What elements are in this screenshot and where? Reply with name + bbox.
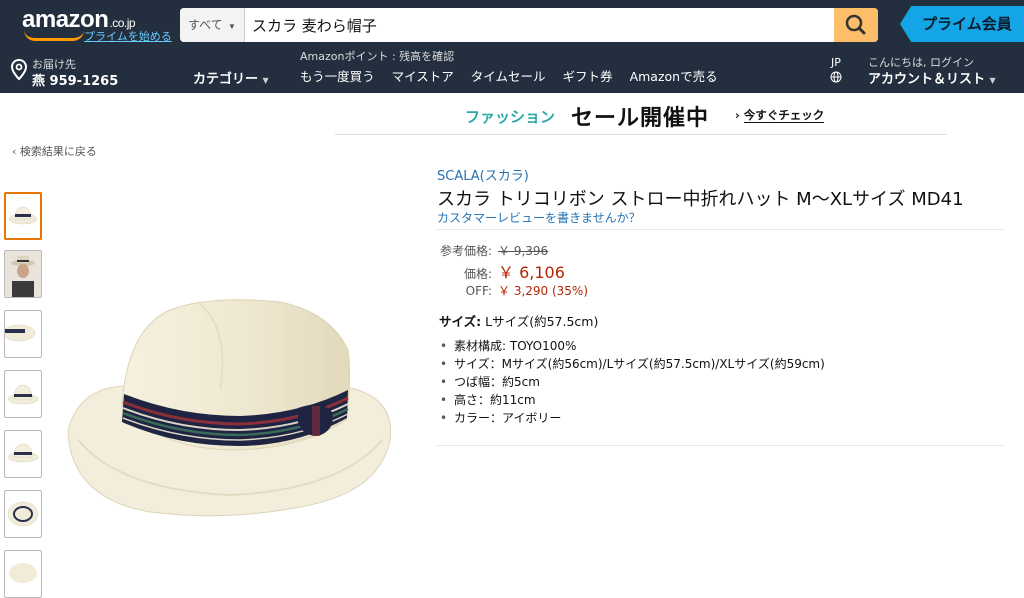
chevron-down-icon: ▼ bbox=[262, 76, 269, 85]
savings-row: OFF: ￥ 3,290 (35%) bbox=[437, 282, 588, 299]
thumbnail-4[interactable] bbox=[4, 370, 42, 418]
feature-bullet: 素材構成: TOYO100% bbox=[440, 337, 825, 355]
deliver-address: 燕 959-1265 bbox=[32, 74, 119, 89]
price-label: 価格: bbox=[463, 267, 492, 281]
size-selection: サイズ: Lサイズ(約57.5cm) bbox=[439, 311, 598, 330]
nav-link-sell[interactable]: Amazonで売る bbox=[630, 66, 718, 85]
back-to-results-link[interactable]: ‹ 検索結果に戻る bbox=[12, 143, 97, 159]
chevron-down-icon: ▼ bbox=[989, 76, 996, 85]
list-price-label: 参考価格: bbox=[439, 244, 492, 258]
price-row: 価格: ￥ 6,106 bbox=[437, 259, 565, 283]
thumbnail-6[interactable] bbox=[4, 490, 42, 538]
hat-front-thumbnail-icon bbox=[7, 384, 39, 405]
promo-banner[interactable]: ファッション セール開催中 › 今すぐチェック bbox=[335, 96, 947, 135]
location-pin-icon bbox=[10, 58, 28, 81]
nav-links: もう一度買う マイストア タイムセール ギフト券 Amazonで売る bbox=[300, 66, 718, 85]
chevron-left-icon: ‹ bbox=[12, 145, 20, 158]
chevron-right-icon: › bbox=[735, 108, 740, 122]
model-thumbnail-icon bbox=[5, 251, 41, 297]
prime-banner[interactable]: プライム会員 bbox=[900, 6, 1024, 42]
nav-link-gift-card[interactable]: ギフト券 bbox=[563, 66, 613, 85]
hat-detail-thumbnail-icon bbox=[9, 563, 37, 583]
divider bbox=[437, 229, 1005, 230]
categories-menu[interactable]: カテゴリー ▼ bbox=[193, 68, 269, 87]
account-label: アカウント＆リスト bbox=[868, 72, 986, 87]
thumbnail-3[interactable] bbox=[4, 310, 42, 358]
write-review-link[interactable]: カスタマーレビューを書きませんか？ bbox=[437, 209, 641, 226]
nav-link-buy-again[interactable]: もう一度買う bbox=[300, 66, 375, 85]
nav-link-my-store[interactable]: マイストア bbox=[392, 66, 454, 85]
promo-check-link[interactable]: › 今すぐチェック bbox=[735, 107, 825, 123]
straw-hat-image bbox=[67, 299, 392, 517]
globe-icon bbox=[830, 71, 842, 83]
account-lists-menu[interactable]: アカウント＆リスト ▼ bbox=[868, 68, 996, 87]
size-value: Lサイズ(約57.5cm) bbox=[485, 314, 599, 329]
promo-check-label: 今すぐチェック bbox=[743, 108, 825, 123]
hat-back-thumbnail-icon bbox=[7, 443, 39, 463]
search-input[interactable] bbox=[246, 8, 818, 42]
language-selector[interactable]: JP bbox=[826, 56, 846, 86]
search-category-label: すべて bbox=[188, 18, 223, 32]
brand-link[interactable]: SCALA(スカラ) bbox=[437, 165, 529, 184]
list-price-row: 参考価格: ￥ 9,396 bbox=[437, 242, 548, 259]
main-product-image[interactable] bbox=[60, 290, 400, 530]
search-button[interactable] bbox=[834, 8, 878, 42]
hat-thumbnail-icon bbox=[8, 206, 38, 225]
promo-sale-label: セール開催中 bbox=[571, 106, 710, 131]
feature-bullet: つば幅：約5cm bbox=[440, 373, 825, 391]
search-category-dropdown[interactable]: すべて ▼ bbox=[180, 8, 245, 42]
list-price: ￥ 9,396 bbox=[498, 244, 549, 258]
divider bbox=[437, 445, 1005, 446]
hat-top-thumbnail-icon bbox=[7, 501, 39, 527]
back-label: 検索結果に戻る bbox=[19, 145, 97, 158]
feature-bullet: 高さ：約11cm bbox=[440, 391, 825, 409]
search-bar: すべて ▼ bbox=[180, 8, 878, 42]
thumbnail-2[interactable] bbox=[4, 250, 42, 298]
thumbnail-5[interactable] bbox=[4, 430, 42, 478]
search-icon bbox=[845, 14, 866, 35]
size-label: サイズ: bbox=[439, 314, 482, 329]
feature-bullet: サイズ：Mサイズ(約56cm)/Lサイズ(約57.5cm)/XLサイズ(約59c… bbox=[440, 355, 825, 373]
amazon-points-link[interactable]: Amazonポイント : 残高を確認 bbox=[300, 48, 454, 64]
thumbnail-7[interactable] bbox=[4, 550, 42, 598]
savings-label: OFF: bbox=[465, 284, 492, 298]
language-label: JP bbox=[831, 56, 841, 69]
savings: ￥ 3,290 (35%) bbox=[498, 284, 589, 298]
categories-label: カテゴリー bbox=[193, 72, 259, 87]
hat-side-thumbnail-icon bbox=[5, 324, 36, 342]
chevron-down-icon: ▼ bbox=[228, 22, 236, 31]
nav-link-time-sale[interactable]: タイムセール bbox=[471, 66, 546, 85]
thumbnail-1[interactable] bbox=[4, 192, 42, 240]
feature-bullet: カラー：アイボリー bbox=[440, 409, 825, 427]
promo-fashion-label: ファッション bbox=[465, 108, 556, 126]
product-title: スカラ トリコリボン ストロー中折れハット M～XLサイズ MD41 bbox=[437, 189, 964, 210]
feature-bullets: 素材構成: TOYO100% サイズ：Mサイズ(約56cm)/Lサイズ(約57.… bbox=[440, 337, 825, 427]
logo-smile-icon bbox=[24, 30, 84, 41]
start-prime-link[interactable]: プライムを始める bbox=[84, 28, 172, 44]
prime-banner-label: プライム会員 bbox=[922, 15, 1012, 33]
price: ￥ 6,106 bbox=[498, 263, 565, 282]
